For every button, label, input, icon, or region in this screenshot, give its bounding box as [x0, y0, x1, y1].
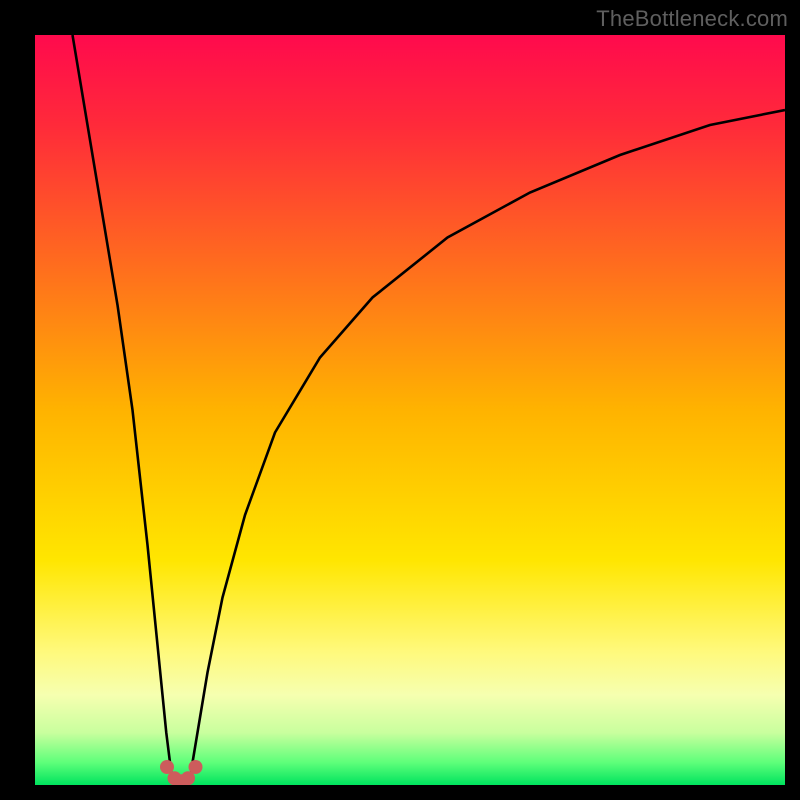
plot-area	[35, 35, 785, 785]
curve-left-branch	[73, 35, 173, 781]
valley-markers-group	[160, 760, 203, 785]
watermark-text: TheBottleneck.com	[596, 6, 788, 32]
curve-right-branch	[190, 110, 785, 781]
chart-frame: TheBottleneck.com	[0, 0, 800, 800]
valley-marker	[189, 760, 203, 774]
curve-layer	[35, 35, 785, 785]
